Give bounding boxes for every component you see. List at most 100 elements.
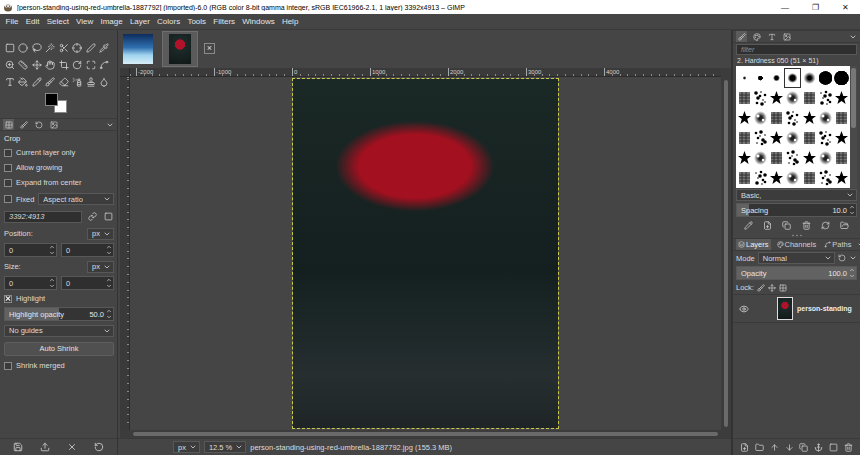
brush-item[interactable] [737, 89, 752, 107]
increment-icon[interactable] [49, 244, 55, 250]
brush-item[interactable] [818, 89, 833, 107]
spin-field[interactable]: 0 [4, 276, 57, 290]
smudge-icon[interactable] [99, 77, 109, 87]
undo-history-tab[interactable] [33, 119, 44, 130]
option-checkbox-row[interactable]: Highlight [0, 291, 117, 306]
foreground-select-icon[interactable] [72, 43, 82, 53]
increment-icon[interactable] [106, 277, 112, 283]
menu-item[interactable]: Layer [126, 17, 153, 26]
brush-item[interactable] [802, 109, 817, 127]
ratio-field[interactable]: 3392:4913 [4, 211, 82, 223]
scroll-thumb[interactable] [724, 80, 728, 427]
fixed-dropdown[interactable]: Aspect ratio [38, 193, 114, 205]
brush-item[interactable] [785, 129, 800, 147]
window-control-button[interactable]: ✕ [830, 0, 860, 14]
unit-dropdown[interactable]: px [173, 441, 200, 453]
brush-dock-tab[interactable] [736, 31, 747, 42]
brush-item[interactable] [818, 149, 833, 167]
paintbrush-icon[interactable] [45, 77, 55, 87]
spin-buttons[interactable] [49, 277, 55, 289]
portrait-button[interactable] [86, 211, 98, 223]
checkbox[interactable] [4, 164, 12, 172]
mode-dropdown[interactable]: Normal [758, 252, 835, 264]
vertical-scrollbar[interactable] [721, 77, 731, 430]
spin-buttons[interactable] [106, 244, 112, 256]
reset-mode-icon[interactable] [838, 254, 846, 262]
brush-item[interactable] [753, 129, 768, 147]
vertical-ruler[interactable] [120, 77, 130, 430]
spin-buttons[interactable] [106, 277, 112, 289]
layers-dock-tab[interactable]: Channels [775, 239, 819, 250]
foreground-color[interactable] [45, 93, 58, 106]
image-tab[interactable] [120, 31, 156, 67]
brush-item[interactable] [753, 149, 768, 167]
brush-item[interactable] [818, 169, 833, 187]
menu-item[interactable]: Edit [22, 17, 43, 26]
images-tab[interactable] [48, 119, 59, 130]
brush-item[interactable] [769, 169, 784, 187]
menu-item[interactable]: View [72, 17, 96, 26]
brush-item[interactable] [785, 109, 800, 127]
delete-brush-icon[interactable] [802, 221, 811, 230]
ruler-corner[interactable] [120, 68, 130, 77]
spacing-slider[interactable]: Spacing10.0 [736, 203, 857, 217]
menu-item[interactable]: Filters [210, 17, 239, 26]
duplicate-brush-icon[interactable] [782, 221, 791, 230]
increment-icon[interactable] [849, 204, 855, 210]
brush-item[interactable] [834, 69, 849, 87]
brush-item[interactable] [802, 89, 817, 107]
brush-item[interactable] [785, 69, 800, 87]
auto-shrink-button[interactable]: Auto Shrink [4, 342, 114, 356]
color-picker-icon[interactable] [99, 43, 109, 53]
zoom-dropdown[interactable]: 12.5 % [204, 441, 246, 453]
new-brush-icon[interactable] [763, 221, 772, 230]
checkbox[interactable] [4, 295, 12, 303]
anchor-layer-icon[interactable] [814, 443, 823, 452]
lock-position-icon[interactable] [768, 284, 776, 292]
scroll-thumb[interactable] [133, 432, 718, 436]
photo[interactable] [293, 79, 558, 428]
brush-item[interactable] [769, 69, 784, 87]
decrement-icon[interactable] [849, 273, 855, 279]
decrement-icon[interactable] [106, 314, 112, 320]
brush-item[interactable] [785, 89, 800, 107]
brush-item[interactable] [737, 69, 752, 87]
spin-buttons[interactable] [849, 204, 855, 216]
checkbox[interactable] [4, 195, 12, 203]
rotate-icon[interactable] [72, 60, 82, 70]
brush-item[interactable] [785, 169, 800, 187]
brush-item[interactable] [834, 149, 849, 167]
layers-dock-tab[interactable]: Paths [822, 239, 853, 250]
landscape-button[interactable] [102, 211, 114, 223]
window-control-button[interactable]: ❐ [800, 0, 830, 14]
measure-icon[interactable] [18, 60, 28, 70]
brush-item[interactable] [802, 69, 817, 87]
brush-item[interactable] [834, 109, 849, 127]
scroll-thumb[interactable] [851, 68, 856, 128]
brush-item[interactable] [834, 129, 849, 147]
brush-item[interactable] [802, 169, 817, 187]
lock-pixels-icon[interactable] [757, 284, 765, 292]
restore-icon[interactable] [40, 442, 50, 452]
bucket-fill-icon[interactable] [18, 77, 28, 87]
new-group-icon[interactable] [755, 443, 764, 452]
reset-icon[interactable] [94, 442, 104, 452]
new-layer-icon[interactable] [740, 443, 749, 452]
brush-item[interactable] [753, 89, 768, 107]
decrement-icon[interactable] [849, 210, 855, 216]
unit-dropdown[interactable]: px [87, 261, 114, 273]
brush-item[interactable] [753, 109, 768, 127]
horizontal-ruler[interactable]: -2000-100001000200030004000 [130, 68, 721, 77]
zoom-icon[interactable] [5, 60, 15, 70]
increment-icon[interactable] [49, 277, 55, 283]
delete-icon[interactable] [67, 442, 77, 452]
ellipse-select-icon[interactable] [18, 43, 28, 53]
spin-field[interactable]: 0 [61, 276, 114, 290]
decrement-icon[interactable] [106, 250, 112, 256]
canvas[interactable] [130, 77, 721, 430]
airbrush-icon[interactable] [72, 77, 82, 87]
spin-field[interactable]: 0 [61, 243, 114, 257]
eraser-icon[interactable] [59, 77, 69, 87]
brush-item[interactable] [737, 109, 752, 127]
brush-item[interactable] [834, 89, 849, 107]
